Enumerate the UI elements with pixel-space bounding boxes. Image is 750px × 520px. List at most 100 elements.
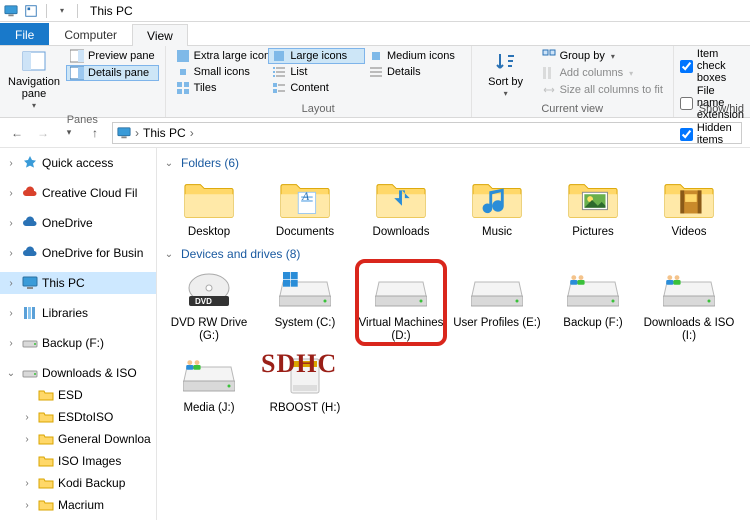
- drive-tile-upe[interactable]: User Profiles (E:): [449, 263, 545, 347]
- content-pane[interactable]: ⌄ Folders (6) DesktopADocumentsDownloads…: [157, 148, 750, 520]
- tree-caret[interactable]: ⌄: [4, 368, 18, 379]
- tab-file[interactable]: File: [0, 23, 49, 45]
- tile-label: Backup (F:): [563, 317, 622, 330]
- layout-small-icons[interactable]: Small icons: [172, 64, 269, 80]
- drive-icon: [467, 267, 527, 315]
- qat-dropdown-icon[interactable]: ▾: [55, 4, 69, 18]
- layout-medium-icons[interactable]: Medium icons: [365, 48, 462, 64]
- tree-item-od[interactable]: › OneDrive: [0, 212, 156, 234]
- tree-caret[interactable]: ›: [4, 278, 18, 289]
- tree-caret[interactable]: ›: [4, 188, 18, 199]
- folder-pic-icon: [563, 176, 623, 224]
- tree-caret[interactable]: ›: [20, 434, 34, 445]
- tree-item-ccf[interactable]: ›Creative Cloud Fil: [0, 182, 156, 204]
- drive-users-icon: [179, 352, 239, 400]
- tree-item-isoimg[interactable]: ISO Images: [0, 450, 156, 472]
- section-header-folders[interactable]: ⌄ Folders (6): [161, 152, 742, 172]
- folder-icon: [38, 453, 54, 469]
- tree-item-label: Kodi Backup: [58, 476, 125, 490]
- layout-list[interactable]: List: [268, 64, 365, 80]
- folder-tile-documents[interactable]: ADocuments: [257, 172, 353, 243]
- tree-caret[interactable]: ›: [4, 218, 18, 229]
- tree-item-gendl[interactable]: › General Downloa: [0, 428, 156, 450]
- layout-extra-large-icons[interactable]: Extra large icons: [172, 48, 269, 64]
- ribbon-group-current-view: Sort by ▾ Group by▾ Add columns▾ Size al…: [472, 46, 674, 117]
- tree-item-kodibk[interactable]: › Kodi Backup: [0, 472, 156, 494]
- tree-caret[interactable]: ›: [20, 478, 34, 489]
- drive-tile-medj[interactable]: Media (J:): [161, 348, 257, 419]
- tree-item-bkf[interactable]: › Backup (F:): [0, 332, 156, 354]
- checkbox[interactable]: [680, 128, 693, 141]
- checkbox[interactable]: [680, 60, 693, 73]
- layout-content[interactable]: Content: [268, 80, 365, 96]
- tree-item-label: Downloads & ISO: [42, 366, 137, 380]
- folder-tile-videos[interactable]: Videos: [641, 172, 737, 243]
- details-pane-button[interactable]: Details pane: [66, 65, 159, 81]
- hidden-items-toggle[interactable]: Hidden items: [680, 122, 744, 146]
- tree-caret[interactable]: ›: [4, 248, 18, 259]
- tree-caret[interactable]: ›: [4, 158, 18, 169]
- cloud-blue-icon: [22, 245, 38, 261]
- group-by-button[interactable]: Group by▾: [538, 48, 667, 64]
- tile-label: RBOOST (H:): [270, 402, 341, 415]
- tile-label: Virtual Machines (D:): [355, 317, 447, 343]
- tree-item-macrium[interactable]: ›Macrium: [0, 494, 156, 516]
- tree-item-thispc[interactable]: ›This PC: [0, 272, 156, 294]
- drive-tile-rbh[interactable]: RBOOST (H:): [257, 348, 353, 419]
- tree-item-quick[interactable]: ›Quick access: [0, 152, 156, 174]
- forward-button[interactable]: →: [34, 124, 52, 142]
- folder-icon: [38, 475, 54, 491]
- address-bar[interactable]: › This PC ›: [112, 122, 742, 144]
- navigation-pane[interactable]: ›Quick access›Creative Cloud Fil›OneDriv…: [0, 148, 157, 520]
- tile-label: Media (J:): [183, 402, 234, 415]
- tree-item-esd[interactable]: ESD: [0, 384, 156, 406]
- drive-users-icon: [563, 267, 623, 315]
- chevron-down-icon[interactable]: ⌄: [163, 158, 175, 169]
- preview-pane-button[interactable]: Preview pane: [66, 48, 159, 64]
- layout-large-icons[interactable]: Large icons: [268, 48, 365, 64]
- tree-caret[interactable]: ›: [4, 338, 18, 349]
- qat-properties-icon[interactable]: [24, 4, 38, 18]
- tree-caret[interactable]: ›: [4, 308, 18, 319]
- drive-tile-bkf[interactable]: Backup (F:): [545, 263, 641, 347]
- chevron-right-icon[interactable]: ›: [190, 126, 194, 140]
- folder-music-icon: [467, 176, 527, 224]
- tree-item-label: General Downloa: [58, 432, 151, 446]
- tree-caret[interactable]: ›: [20, 412, 34, 423]
- tree-caret[interactable]: ›: [20, 500, 34, 511]
- folder-tile-music[interactable]: Music: [449, 172, 545, 243]
- window-icon: [4, 4, 18, 18]
- tree-item-label: Backup (F:): [42, 336, 104, 350]
- window-title: This PC: [90, 4, 133, 18]
- folder-icon: [38, 409, 54, 425]
- folder-tile-pictures[interactable]: Pictures: [545, 172, 641, 243]
- folder-icon: [38, 497, 54, 513]
- tile-label: Documents: [276, 226, 334, 239]
- item-check-boxes-toggle[interactable]: Item check boxes: [680, 48, 744, 84]
- tree-item-label: OneDrive: [42, 216, 93, 230]
- layout-tiles[interactable]: Tiles: [172, 80, 269, 96]
- layout-details[interactable]: Details: [365, 64, 462, 80]
- sort-by-button[interactable]: Sort by ▾: [478, 48, 534, 101]
- tree-item-label: ESDtoISO: [58, 410, 113, 424]
- cloud-red-icon: [22, 185, 38, 201]
- tree-item-esdtoiso[interactable]: › ESDtoISO: [0, 406, 156, 428]
- drive-tile-vmd[interactable]: Virtual Machines (D:): [353, 263, 449, 347]
- tree-item-label: ISO Images: [58, 454, 121, 468]
- drive-tile-sysc[interactable]: System (C:): [257, 263, 353, 347]
- folder-dl-icon: [371, 176, 431, 224]
- tree-item-mediadl[interactable]: ›Media Downloa: [0, 516, 156, 520]
- tree-item-odb[interactable]: ›OneDrive for Busin: [0, 242, 156, 264]
- tree-item-dliso[interactable]: ⌄ Downloads & ISO: [0, 362, 156, 384]
- folder-tile-desktop[interactable]: Desktop: [161, 172, 257, 243]
- drive-tile-dli[interactable]: Downloads & ISO (I:): [641, 263, 737, 347]
- tree-item-libs[interactable]: ›Libraries: [0, 302, 156, 324]
- chevron-down-icon[interactable]: ⌄: [163, 249, 175, 260]
- tab-view[interactable]: View: [132, 24, 188, 46]
- navigation-pane-button[interactable]: Navigation pane ▾: [6, 48, 62, 113]
- drive-tile-dvd[interactable]: DVDDVD RW Drive (G:): [161, 263, 257, 347]
- folder-tile-downloads[interactable]: Downloads: [353, 172, 449, 243]
- section-header-devices[interactable]: ⌄ Devices and drives (8): [161, 243, 742, 263]
- tab-computer[interactable]: Computer: [49, 23, 132, 45]
- checkbox[interactable]: [680, 97, 693, 110]
